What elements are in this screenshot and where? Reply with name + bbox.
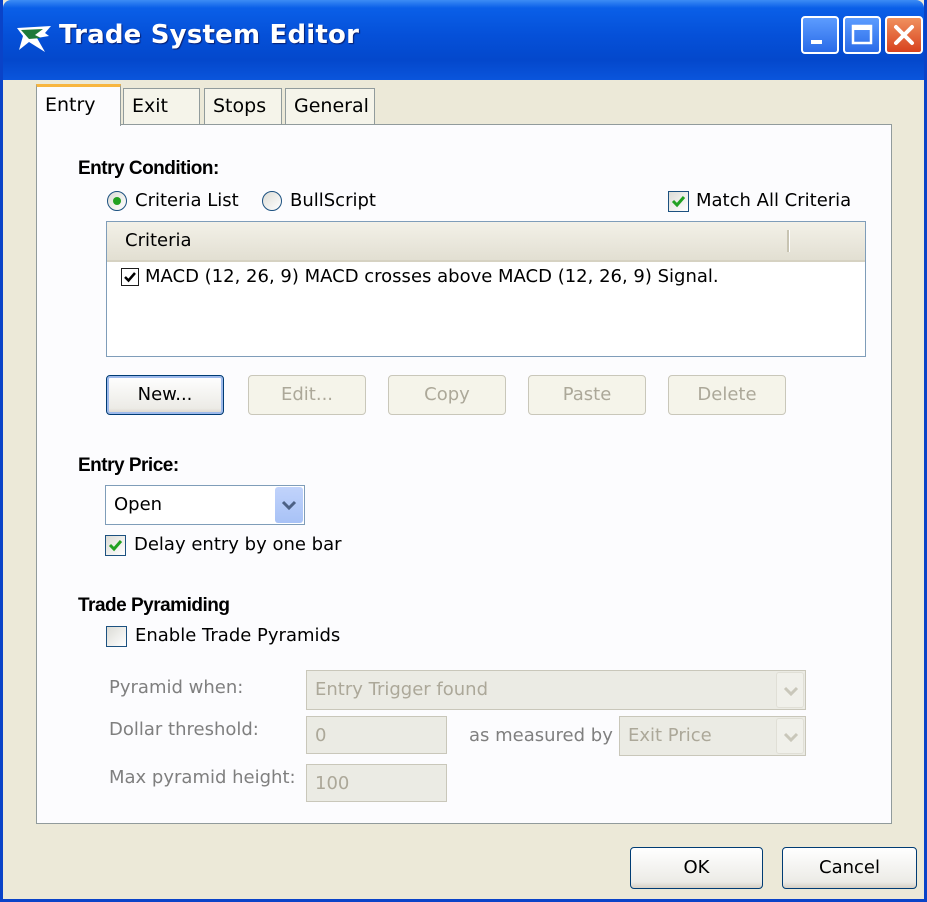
criteria-row-checkbox[interactable] [121, 268, 139, 286]
bullscript-label: BullScript [290, 190, 376, 211]
max-pyramid-height-label: Max pyramid height: [109, 767, 296, 788]
column-separator[interactable] [787, 230, 790, 252]
dollar-threshold-value: 0 [315, 725, 327, 746]
criteria-row-text: MACD (12, 26, 9) MACD crosses above MACD… [145, 266, 719, 287]
edit-button[interactable]: Edit... [248, 375, 366, 415]
chevron-down-icon [281, 500, 297, 511]
delay-entry-checkbox[interactable] [105, 535, 126, 556]
entry-price-value: Open [114, 494, 163, 515]
criteria-list-label: Criteria List [135, 190, 239, 211]
dollar-threshold-label: Dollar threshold: [109, 719, 259, 740]
criteria-list-header[interactable]: Criteria [107, 222, 865, 262]
criteria-list-radio[interactable] [107, 191, 127, 211]
measured-by-select[interactable]: Exit Price [619, 716, 806, 756]
pyramid-when-select[interactable]: Entry Trigger found [306, 670, 806, 710]
match-all-criteria-label: Match All Criteria [696, 190, 852, 211]
chevron-down-icon [783, 686, 799, 697]
dollar-threshold-input[interactable]: 0 [306, 716, 447, 754]
dropdown-button[interactable] [776, 672, 804, 708]
new-button[interactable]: New... [106, 375, 224, 415]
pyramid-when-value: Entry Trigger found [315, 679, 489, 700]
trade-pyramiding-title: Trade Pyramiding [78, 595, 230, 616]
entry-condition-title: Entry Condition: [78, 158, 219, 179]
cancel-button[interactable]: Cancel [782, 847, 917, 889]
max-pyramid-height-value: 100 [315, 773, 350, 794]
measured-by-label: as measured by [469, 725, 613, 746]
match-all-criteria-checkbox[interactable] [668, 191, 689, 212]
entry-price-select[interactable]: Open [105, 485, 305, 525]
criteria-column-header: Criteria [125, 230, 192, 251]
measured-by-value: Exit Price [628, 725, 712, 746]
max-pyramid-height-input[interactable]: 100 [306, 764, 447, 802]
checkmark-icon [108, 540, 123, 552]
copy-button[interactable]: Copy [388, 375, 506, 415]
ok-button[interactable]: OK [630, 847, 763, 889]
list-item[interactable]: MACD (12, 26, 9) MACD crosses above MACD… [107, 262, 865, 294]
checkmark-icon [671, 196, 686, 208]
pyramid-when-label: Pyramid when: [109, 677, 244, 698]
criteria-list[interactable]: Criteria MACD (12, 26, 9) MACD crosses a… [106, 221, 866, 357]
entry-price-title: Entry Price: [78, 455, 179, 476]
paste-button[interactable]: Paste [528, 375, 646, 415]
dropdown-button[interactable] [275, 487, 303, 523]
radio-selected-dot [113, 197, 121, 205]
dropdown-button[interactable] [776, 718, 804, 754]
chevron-down-icon [783, 732, 799, 743]
enable-trade-pyramids-checkbox[interactable] [106, 626, 127, 647]
trade-system-editor-window: Trade System Editor Entry Exit Stops Gen… [0, 0, 927, 902]
delay-entry-label: Delay entry by one bar [134, 534, 342, 555]
delete-button[interactable]: Delete [668, 375, 786, 415]
enable-trade-pyramids-label: Enable Trade Pyramids [135, 625, 341, 646]
bullscript-radio[interactable] [262, 191, 282, 211]
checkmark-icon [124, 272, 136, 283]
